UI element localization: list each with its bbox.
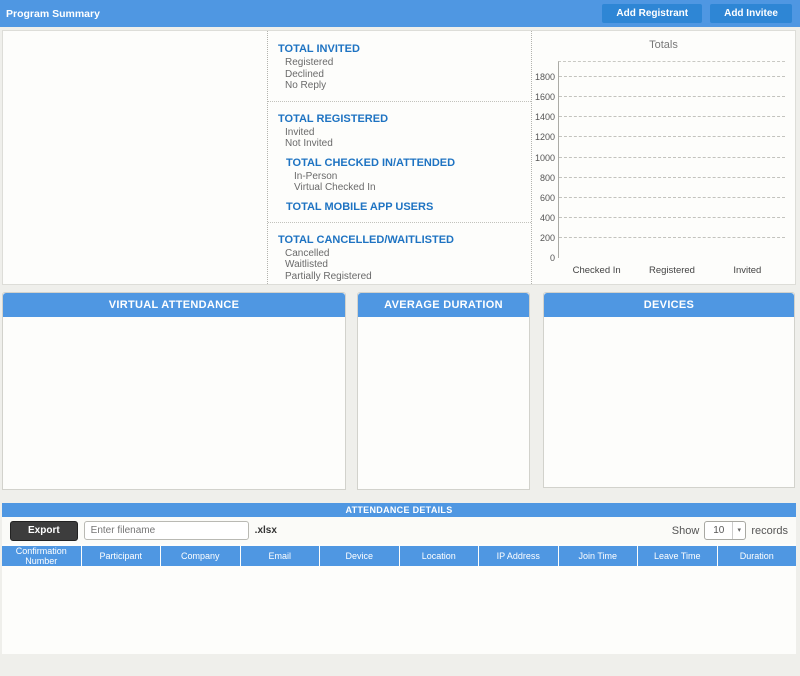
stat-item: No Reply (278, 80, 523, 92)
stat-item: Partially Registered (278, 271, 523, 283)
stat-group-heading: TOTAL INVITED (278, 43, 523, 55)
gridline (559, 237, 785, 238)
chevron-down-icon: ▾ (732, 522, 745, 539)
stat-group: TOTAL CHECKED IN/ATTENDED In-PersonVirtua… (278, 157, 523, 194)
file-extension-label: .xlsx (255, 525, 277, 536)
column-header-leave-time[interactable]: Leave Time (638, 546, 717, 566)
devices-panel: DEVICES (543, 292, 795, 488)
stat-group-heading: TOTAL CHECKED IN/ATTENDED (278, 157, 523, 169)
y-axis-tick-label: 1800 (535, 72, 555, 82)
virtual-attendance-panel-header: VIRTUAL ATTENDANCE (3, 293, 345, 317)
y-axis-tick-label: 600 (540, 193, 555, 203)
average-duration-panel: AVERAGE DURATION (357, 292, 530, 490)
summary-left-empty-region (3, 31, 268, 284)
stat-group: TOTAL REGISTERED InvitedNot Invited (278, 113, 523, 150)
dotted-divider (268, 222, 531, 223)
stat-item: Waitlisted (278, 259, 523, 271)
page-size-select[interactable]: 10 ▾ (704, 521, 746, 540)
x-category-label: Invited (733, 265, 761, 276)
gridline (559, 136, 785, 137)
gridline (559, 96, 785, 97)
y-axis-tick-label: 1400 (535, 112, 555, 122)
stat-item: In-Person (278, 171, 523, 183)
stat-group-heading: TOTAL CANCELLED/WAITLISTED (278, 234, 523, 246)
stat-group: TOTAL MOBILE APP USERS (278, 201, 523, 213)
chart-title: Totals (532, 39, 795, 51)
y-axis-tick-label: 1200 (535, 132, 555, 142)
column-header-confirmation-number[interactable]: Confirmation Number (2, 546, 81, 566)
attendance-toolbar: Export .xlsx Show 10 ▾ records (2, 517, 796, 544)
stat-group: TOTAL INVITED RegisteredDeclinedNo Reply (278, 43, 523, 92)
add-invitee-button[interactable]: Add Invitee (710, 4, 792, 23)
y-axis-tick-label: 1600 (535, 92, 555, 102)
gridline (559, 116, 785, 117)
y-axis-tick-label: 1000 (535, 153, 555, 163)
stat-item: Not Invited (278, 138, 523, 150)
attendance-details-title: ATTENDANCE DETAILS (2, 503, 796, 517)
stat-item: Declined (278, 69, 523, 81)
gridline (559, 197, 785, 198)
summary-stats-column: TOTAL INVITEDRegisteredDeclinedNo ReplyT… (268, 31, 532, 284)
average-duration-panel-header: AVERAGE DURATION (358, 293, 529, 317)
column-header-join-time[interactable]: Join Time (559, 546, 638, 566)
column-header-duration[interactable]: Duration (718, 546, 797, 566)
gridline (559, 177, 785, 178)
column-header-ip-address[interactable]: IP Address (479, 546, 558, 566)
column-header-participant[interactable]: Participant (82, 546, 161, 566)
attendance-table-body-empty (2, 566, 796, 654)
gridline (559, 217, 785, 218)
stat-group: TOTAL CANCELLED/WAITLISTED CancelledWaitl… (278, 234, 523, 283)
dotted-divider (268, 101, 531, 102)
stat-group-heading: TOTAL REGISTERED (278, 113, 523, 125)
column-header-location[interactable]: Location (400, 546, 479, 566)
chart-plot-area: 200400600800100012001400160018000Checked… (558, 61, 785, 258)
y-axis-tick-label: 800 (540, 173, 555, 183)
attendance-table-header-row: Confirmation NumberParticipantCompanyEma… (2, 546, 796, 566)
x-category-label: Registered (649, 265, 695, 276)
y-axis-tick-label: 0 (550, 253, 555, 263)
devices-panel-header: DEVICES (544, 293, 794, 317)
virtual-attendance-panel: VIRTUAL ATTENDANCE (2, 292, 346, 490)
add-registrant-button[interactable]: Add Registrant (602, 4, 702, 23)
gridline (559, 157, 785, 158)
column-header-email[interactable]: Email (241, 546, 320, 566)
filename-input[interactable] (84, 521, 249, 540)
y-axis-tick-label: 400 (540, 213, 555, 223)
gridline (559, 76, 785, 77)
stat-item: Invited (278, 127, 523, 139)
export-button[interactable]: Export (10, 521, 78, 541)
page-size-value: 10 (705, 522, 732, 539)
show-label: Show (672, 525, 700, 537)
stat-item: Virtual Checked In (278, 182, 523, 194)
totals-chart: Totals 200400600800100012001400160018000… (532, 31, 795, 284)
top-header-bar: Program Summary Add Registrant Add Invit… (0, 0, 800, 27)
attendance-details-section: ATTENDANCE DETAILS Export .xlsx Show 10 … (2, 503, 796, 653)
program-summary-panel: TOTAL INVITEDRegisteredDeclinedNo ReplyT… (2, 30, 796, 285)
page-title: Program Summary (6, 8, 602, 20)
y-axis-tick-label: 200 (540, 233, 555, 243)
column-header-device[interactable]: Device (320, 546, 399, 566)
stat-group-heading: TOTAL MOBILE APP USERS (278, 201, 523, 213)
stat-item: Registered (278, 57, 523, 69)
stat-item: Cancelled (278, 248, 523, 260)
records-label: records (751, 525, 788, 537)
column-header-company[interactable]: Company (161, 546, 240, 566)
x-category-label: Checked In (573, 265, 621, 276)
